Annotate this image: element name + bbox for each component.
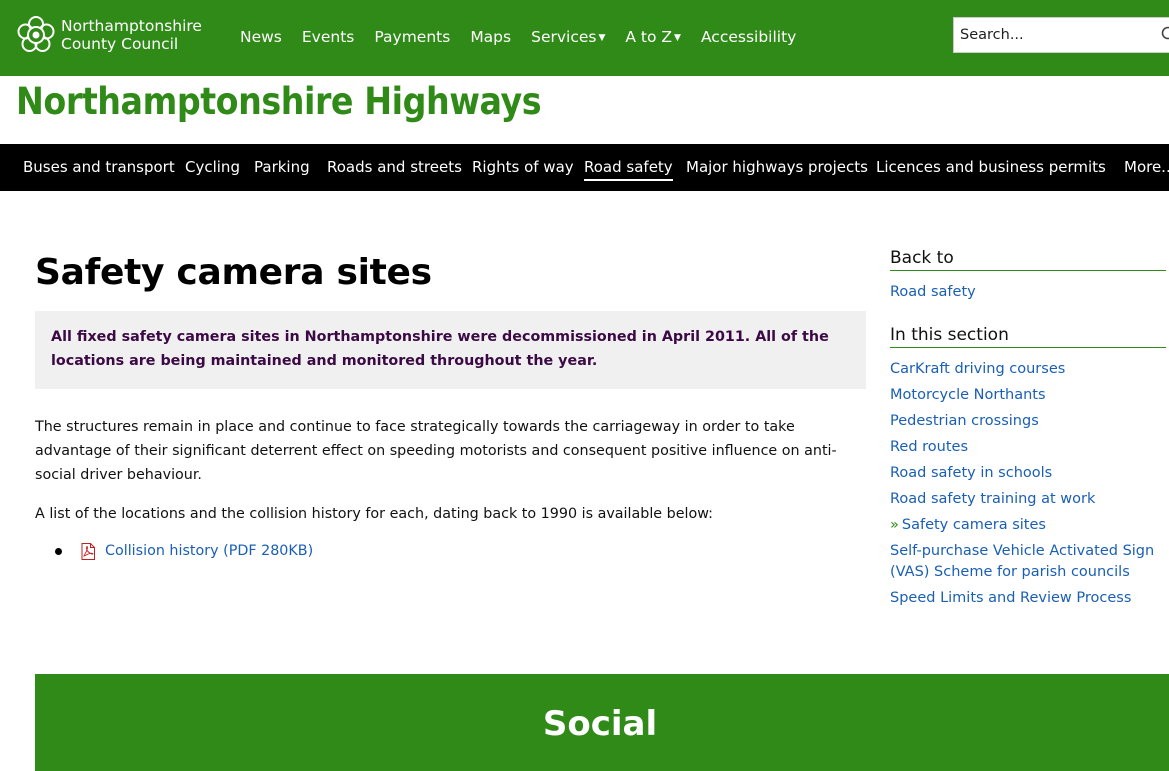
nav-major-highways-projects[interactable]: Major highways projects (686, 158, 868, 176)
search-input[interactable] (954, 18, 1154, 52)
pdf-icon (81, 542, 95, 560)
sidebar-item-safety-camera-sites[interactable]: » Safety camera sites (890, 515, 1160, 536)
nav-licences-and-business-permits[interactable]: Licences and business permits (876, 158, 1106, 176)
logo-line1: Northamptonshire (61, 17, 202, 35)
body-paragraph-structures: The structures remain in place and conti… (35, 419, 837, 483)
sidebar-item-motorcycle-northants[interactable]: Motorcycle Northants (890, 385, 1160, 406)
sidebar-item-speed-limits[interactable]: Speed Limits and Review Process (890, 588, 1160, 609)
nav-buses-and-transport[interactable]: Buses and transport (23, 158, 175, 176)
sidebar-item-pedestrian-crossings[interactable]: Pedestrian crossings (890, 411, 1160, 432)
top-nav: News Events Payments Maps Services ▼ A to… (240, 28, 816, 46)
nav-parking[interactable]: Parking (254, 158, 310, 176)
body-paragraph-list-intro: A list of the locations and the collisio… (35, 506, 713, 522)
nav-more[interactable]: More.. (1124, 158, 1169, 176)
sidebar-item-road-safety-in-schools[interactable]: Road safety in schools (890, 463, 1160, 484)
callout-text: All fixed safety camera sites in Northam… (51, 329, 829, 369)
social-section: Social (35, 674, 1169, 771)
main-nav: Buses and transport Cycling Parking Road… (0, 144, 1169, 191)
chevron-right-icon: » (890, 517, 899, 533)
logo-line2: County Council (61, 35, 179, 53)
top-nav-events[interactable]: Events (302, 28, 354, 46)
list-item: Collision history (PDF 280KB) (55, 539, 313, 563)
sidebar-item-vas-scheme[interactable]: Self-purchase Vehicle Activated Sign (VA… (890, 541, 1160, 583)
top-nav-accessibility[interactable]: Accessibility (701, 28, 796, 46)
nav-cycling[interactable]: Cycling (185, 158, 240, 176)
nav-road-safety[interactable]: Road safety (584, 158, 673, 181)
logo-text: Northamptonshire County Council (61, 17, 202, 53)
search-box (953, 17, 1169, 53)
top-header: Northamptonshire County Council News Eve… (0, 0, 1169, 76)
nav-rights-of-way[interactable]: Rights of way (472, 158, 574, 176)
social-heading: Social (542, 704, 658, 744)
sidebar-item-red-routes[interactable]: Red routes (890, 437, 1160, 458)
bullet-icon (55, 547, 62, 555)
top-nav-services[interactable]: Services ▼ (531, 28, 605, 46)
sidebar-back-link[interactable]: Road safety (890, 282, 1160, 303)
top-nav-maps[interactable]: Maps (470, 28, 511, 46)
callout-box: All fixed safety camera sites in Northam… (35, 311, 866, 389)
search-icon[interactable] (1161, 26, 1169, 44)
sidebar-back-heading: Back to (890, 248, 1166, 271)
sidebar-item-road-safety-training[interactable]: Road safety training at work (890, 489, 1160, 510)
top-nav-payments[interactable]: Payments (374, 28, 450, 46)
council-logo[interactable]: Northamptonshire County Council (16, 13, 206, 57)
collision-history-pdf-link[interactable]: Collision history (PDF 280KB) (105, 539, 313, 563)
nav-roads-and-streets[interactable]: Roads and streets (327, 158, 462, 176)
page-title: Safety camera sites (35, 252, 432, 293)
top-nav-a-to-z[interactable]: A to Z ▼ (625, 28, 681, 46)
top-nav-news[interactable]: News (240, 28, 282, 46)
sidebar-item-carkraft[interactable]: CarKraft driving courses (890, 359, 1160, 380)
rose-logo-icon (17, 16, 55, 52)
site-title[interactable]: Northamptonshire Highways (16, 80, 542, 123)
caret-down-icon: ▼ (674, 33, 681, 43)
document-list: Collision history (PDF 280KB) (55, 539, 313, 563)
caret-down-icon: ▼ (598, 33, 606, 43)
sidebar-section-heading: In this section (890, 325, 1166, 348)
